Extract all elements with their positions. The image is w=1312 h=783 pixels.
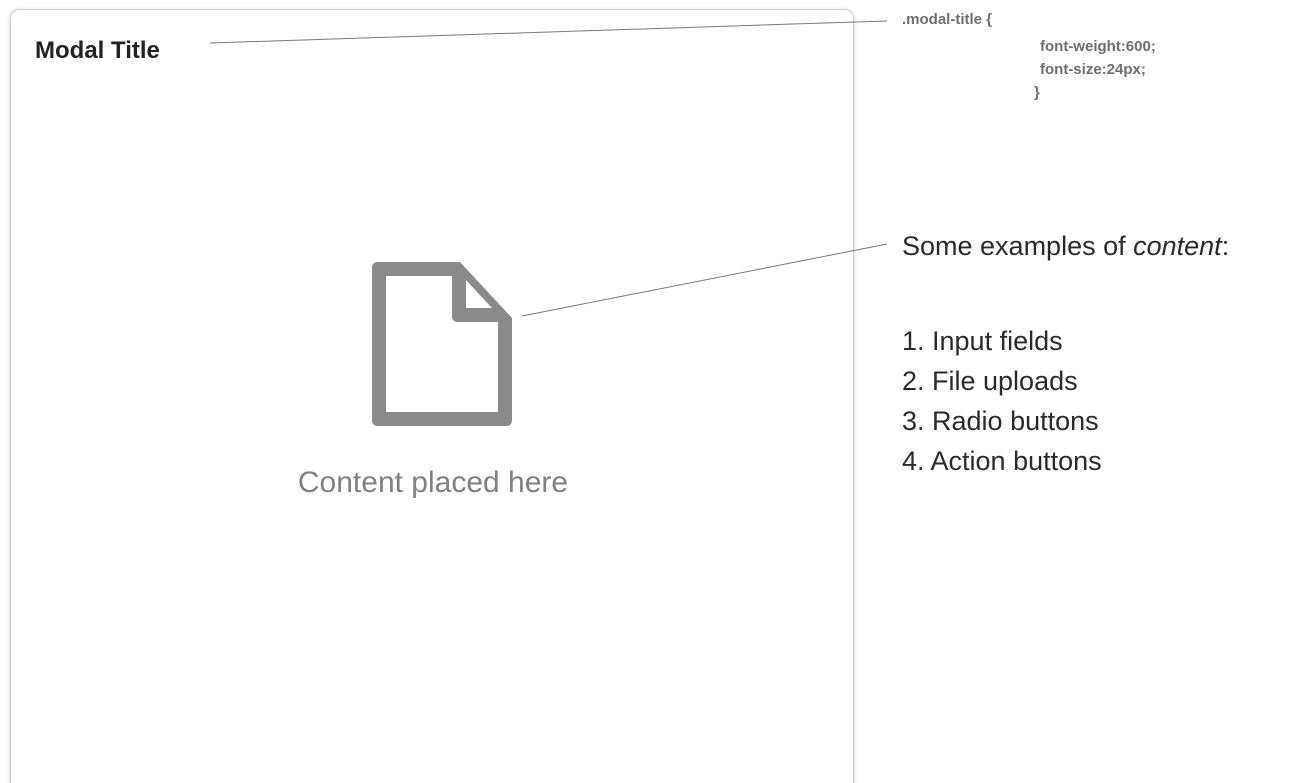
annotation-canvas: Modal Title Content placed here .modal-t… [0, 0, 1312, 783]
code-line-closing-brace: } [1034, 84, 1040, 101]
examples-heading-suffix: : [1221, 231, 1230, 261]
code-line-font-size: font-size:24px; [1040, 61, 1146, 78]
list-item: 3. Radio buttons [902, 406, 1099, 436]
list-item: 2. File uploads [902, 366, 1078, 396]
examples-heading-prefix: Some examples of [902, 231, 1134, 261]
content-caption: Content placed here [297, 466, 569, 499]
examples-heading-emphasis: content [1133, 231, 1222, 261]
code-line-font-weight: font-weight:600; [1040, 38, 1156, 55]
code-line-selector: .modal-title { [902, 11, 993, 28]
document-icon [372, 262, 512, 426]
list-item: 1. Input fields [902, 326, 1063, 356]
modal-window: Modal Title Content placed here [10, 9, 854, 783]
list-item: 4. Action buttons [902, 446, 1102, 476]
modal-title: Modal Title [35, 37, 160, 64]
examples-heading: Some examples of content: [902, 231, 1229, 262]
examples-list: 1. Input fields 2. File uploads 3. Radio… [902, 321, 1102, 481]
